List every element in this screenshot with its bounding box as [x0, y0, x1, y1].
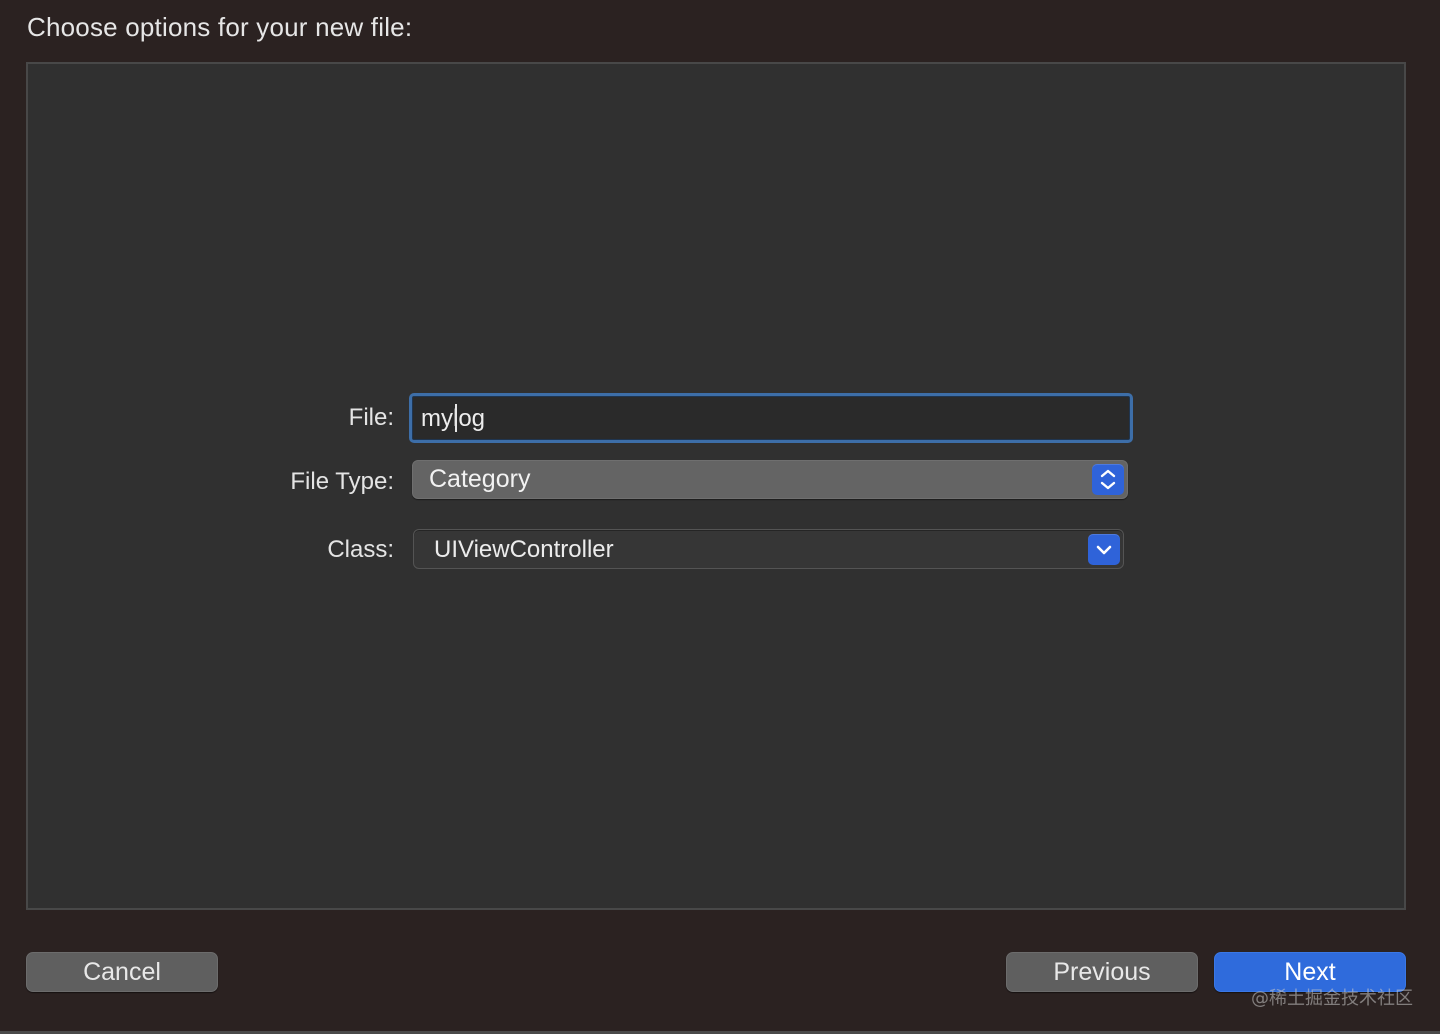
- cancel-button[interactable]: Cancel: [26, 952, 218, 992]
- text-cursor: [455, 404, 457, 432]
- chevron-down-icon[interactable]: [1088, 534, 1120, 565]
- new-file-options-sheet: Choose options for your new file: File: …: [0, 0, 1440, 1034]
- page-title: Choose options for your new file:: [27, 12, 413, 42]
- up-down-chevron-icon[interactable]: [1092, 464, 1124, 495]
- class-combo-box[interactable]: UIViewController: [413, 529, 1124, 569]
- class-value[interactable]: UIViewController: [434, 536, 614, 564]
- file-type-label: File Type:: [290, 468, 394, 495]
- class-label: Class:: [327, 536, 394, 563]
- file-type-value: Category: [429, 465, 531, 493]
- previous-button[interactable]: Previous: [1006, 952, 1198, 992]
- file-label: File:: [348, 404, 394, 431]
- file-type-popup[interactable]: Category: [412, 460, 1128, 499]
- file-name-value[interactable]: mylog: [421, 405, 485, 433]
- watermark: @稀土掘金技术社区: [1251, 988, 1413, 1009]
- file-name-input[interactable]: mylog: [409, 393, 1133, 443]
